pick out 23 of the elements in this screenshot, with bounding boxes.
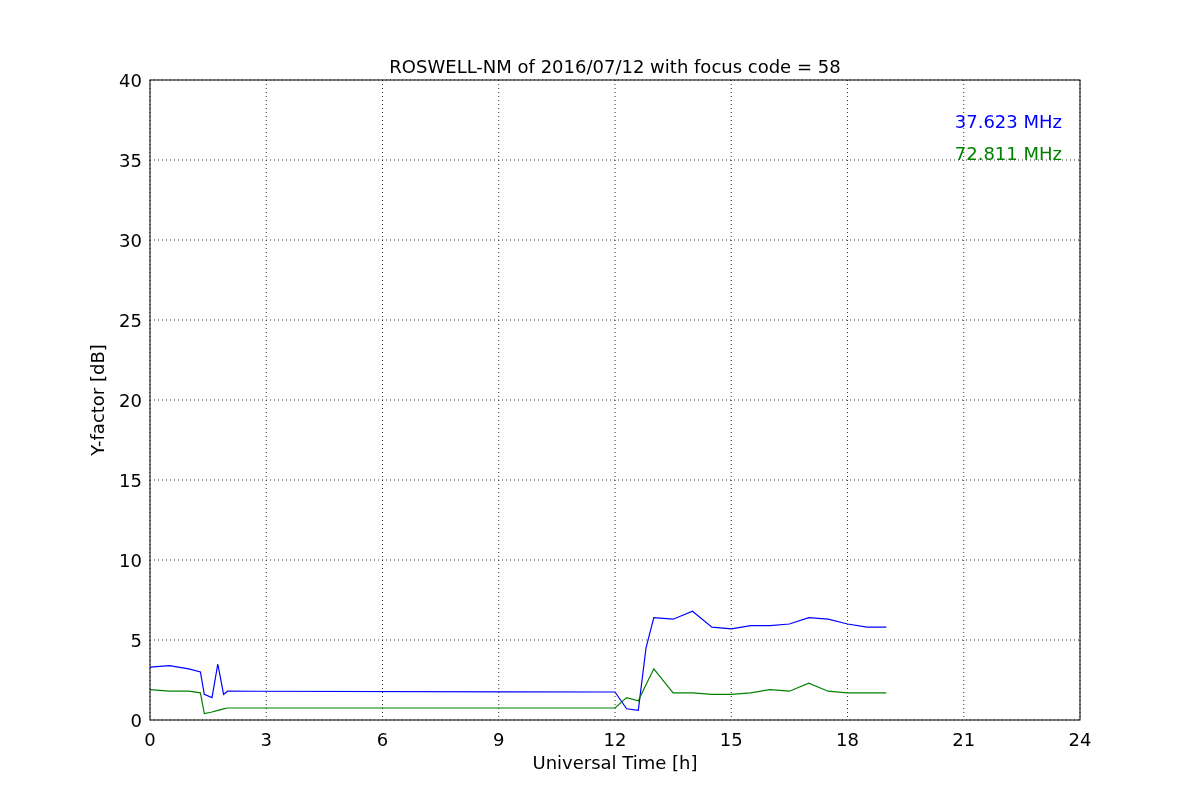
x-tick-label: 9	[493, 729, 505, 750]
x-tick-label: 12	[603, 729, 627, 750]
x-axis-label: Universal Time [h]	[532, 752, 698, 773]
x-tick-label: 24	[1068, 729, 1092, 750]
legend-label: 37.623 MHz	[954, 111, 1062, 132]
x-tick-label: 18	[836, 729, 859, 750]
y-tick-label: 40	[119, 70, 142, 91]
y-tick-label: 0	[130, 710, 142, 731]
legend-label: 72.811 MHz	[954, 143, 1062, 164]
y-tick-label: 5	[130, 630, 142, 651]
x-tick-label: 0	[144, 729, 156, 750]
x-tick-label: 6	[376, 729, 389, 750]
y-axis-label: Y-factor [dB]	[87, 344, 108, 456]
y-tick-label: 10	[119, 550, 142, 571]
y-tick-label: 25	[119, 310, 142, 331]
x-tick-label: 15	[719, 729, 743, 750]
chart-title: ROSWELL-NM of 2016/07/12 with focus code = 58	[389, 56, 841, 77]
y-tick-label: 35	[119, 150, 142, 171]
y-tick-label: 15	[119, 470, 142, 491]
y-tick-label: 30	[119, 230, 142, 251]
y-tick-label: 20	[119, 390, 142, 411]
x-tick-label: 21	[952, 729, 976, 750]
x-tick-label: 3	[260, 729, 272, 750]
